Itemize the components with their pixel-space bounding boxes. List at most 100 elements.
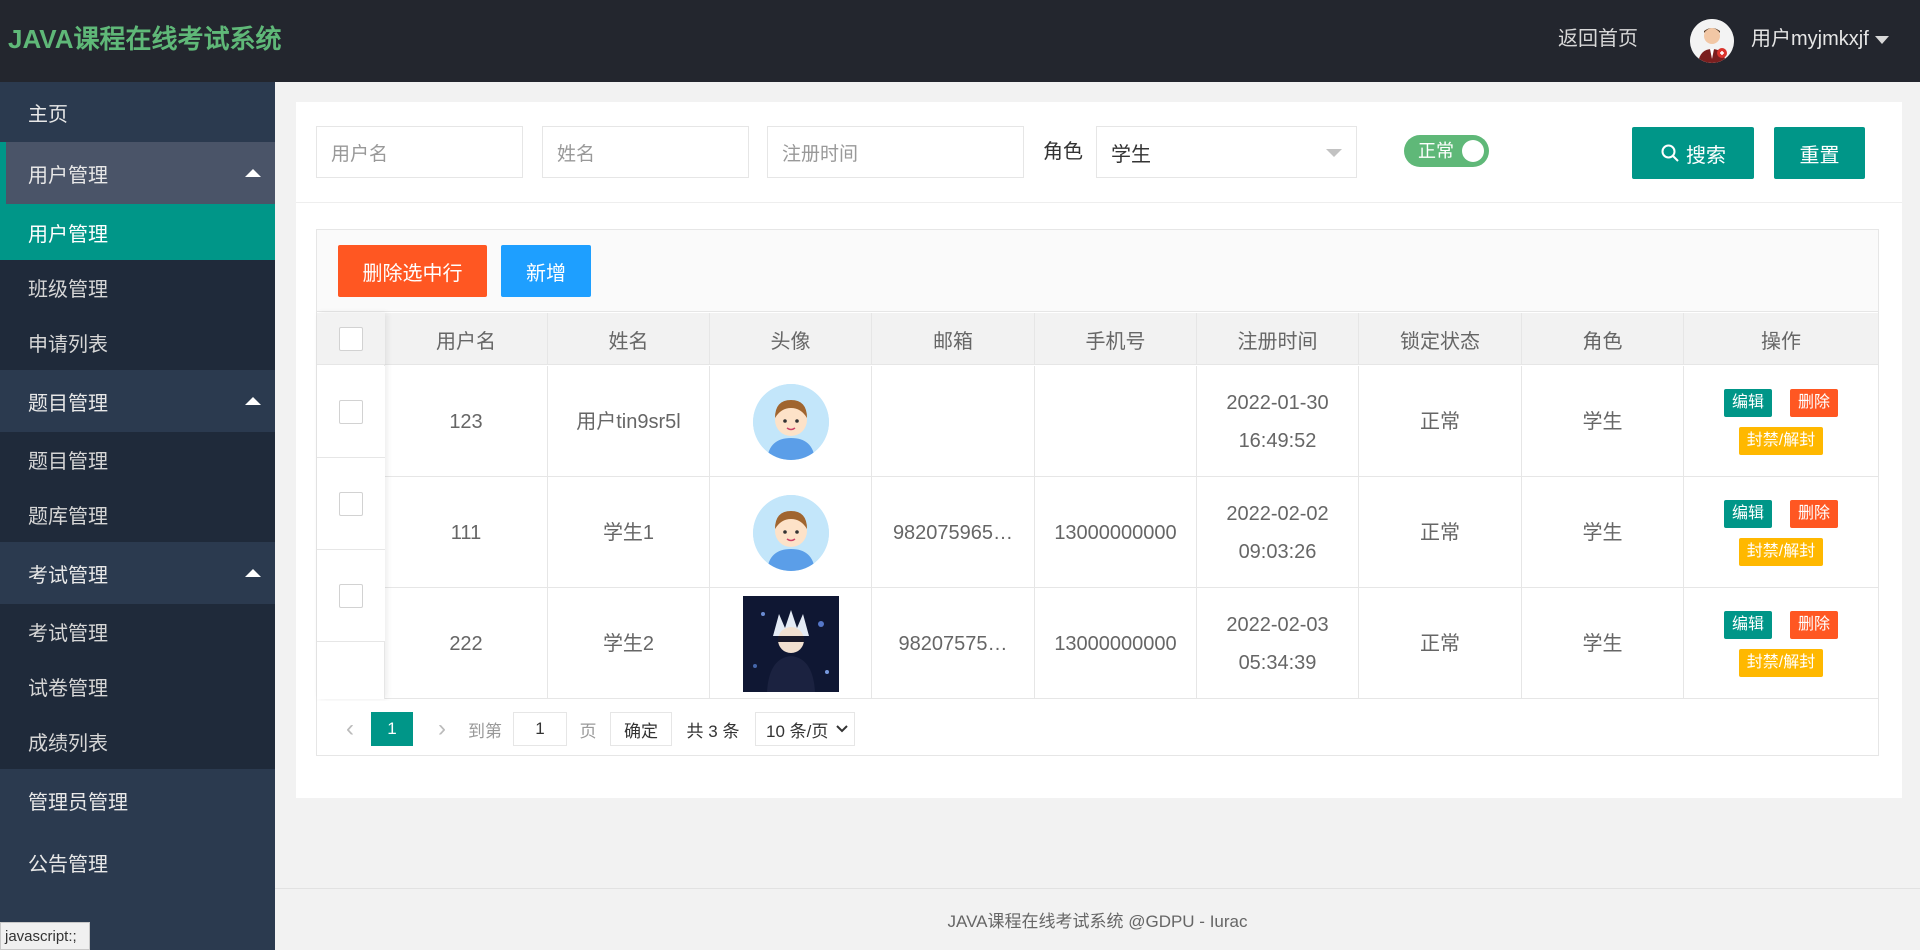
sidebar-item-label: 用户管理 [28,164,108,187]
column-header-lock-status[interactable]: 锁定状态 [1359,313,1522,365]
cell-lock-status: 正常 [1359,366,1522,477]
user-name-menu[interactable]: 用户myjmkxjf [1751,25,1869,53]
cell-role: 学生 [1522,588,1684,699]
page-size-select[interactable]: 10 条/页 [755,712,855,746]
role-select[interactable]: 学生 [1096,126,1357,178]
sidebar-item-label: 用户管理 [28,223,108,246]
boy-avatar-icon [752,494,829,571]
cell-regtime: 2022-02-02 09:03:26 [1197,477,1359,588]
sidebar-item-admin-management[interactable]: 管理员管理 [0,769,275,831]
sidebar-item-score-list[interactable]: 成绩列表 [0,714,275,769]
select-all-cell [317,313,385,365]
name-search-input[interactable]: 姓名 [542,126,749,178]
sidebar-item-application-list[interactable]: 申请列表 [0,315,275,370]
search-divider [296,202,1902,203]
cell-username: 222 [385,588,548,699]
table-row: 123 用户tin9sr5l 2022-01-30 16:49:52 正常 学生… [317,366,1878,477]
sidebar-item-label: 题目管理 [28,392,108,415]
sidebar: 主页 用户管理 用户管理 班级管理 申请列表 题目管理 题目管理 题库管理 考试… [0,82,275,950]
sidebar-item-home[interactable]: 主页 [0,82,275,142]
column-header-phone[interactable]: 手机号 [1035,313,1197,365]
page-footer: JAVA课程在线考试系统 @GDPU - Iurac [275,888,1920,950]
app-logo[interactable]: JAVA课程在线考试系统 [8,22,282,56]
select-all-checkbox[interactable] [339,326,363,351]
row-checkbox[interactable] [339,491,363,516]
delete-button[interactable]: 删除 [1790,499,1839,528]
switch-knob [1462,140,1484,162]
cell-actions: 编辑 删除 封禁/解封 [1684,366,1878,477]
cell-regtime-time: 05:34:39 [1238,651,1317,674]
status-switch-label: 正常 [1418,141,1454,161]
sidebar-item-paper-management[interactable]: 试卷管理 [0,659,275,714]
user-avatar[interactable] [1690,19,1734,63]
delete-button[interactable]: 删除 [1790,388,1839,417]
status-switch[interactable]: 正常 [1404,135,1489,167]
cell-email: 982075965… [872,477,1035,588]
sidebar-item-user-management[interactable]: 用户管理 [0,204,275,260]
sidebar-group-question-management[interactable]: 题目管理 [0,370,275,432]
goto-label: 到第 [468,721,502,741]
goto-page-input[interactable]: 1 [513,712,567,746]
row-checkbox[interactable] [339,399,363,424]
delete-button[interactable]: 删除 [1790,610,1839,639]
sidebar-item-label: 试卷管理 [28,678,108,700]
sidebar-group-user-management[interactable]: 用户管理 [0,142,275,204]
next-page-icon[interactable]: › [429,712,455,746]
table-row: 111 学生1 982075965… 13000000000 2022-02-0… [317,477,1878,588]
column-header-regtime[interactable]: 注册时间 [1197,313,1359,365]
page-unit-label: 页 [579,721,597,741]
ban-toggle-button[interactable]: 封禁/解封 [1738,648,1824,677]
cell-name: 学生2 [548,588,710,699]
edit-button[interactable]: 编辑 [1723,610,1772,639]
cell-regtime-date: 2022-01-30 [1226,391,1329,414]
add-button[interactable]: 新增 [501,245,591,297]
top-header: JAVA课程在线考试系统 返回首页 用户myjmkxjf [0,0,1920,82]
ban-toggle-button[interactable]: 封禁/解封 [1738,426,1824,455]
sidebar-item-label: 题目管理 [28,451,108,473]
search-button[interactable]: 搜索 [1632,127,1754,179]
sidebar-item-exam-management[interactable]: 考试管理 [0,604,275,659]
edit-button[interactable]: 编辑 [1723,499,1772,528]
cell-phone: 13000000000 [1035,588,1197,699]
column-header-actions: 操作 [1761,330,1801,353]
sidebar-item-announcement-management[interactable]: 公告管理 [0,831,275,893]
cell-role: 学生 [1522,366,1684,477]
sidebar-item-class-management[interactable]: 班级管理 [0,260,275,315]
chevron-down-icon [1326,149,1342,157]
search-icon [1661,144,1679,162]
column-header-name[interactable]: 姓名 [548,313,710,365]
page-1-button[interactable]: 1 [371,712,413,746]
user-avatar-icon [1690,19,1734,63]
column-header-email[interactable]: 邮箱 [872,313,1035,365]
home-link[interactable]: 返回首页 [1558,25,1638,53]
prev-page-icon[interactable]: ‹ [337,712,363,746]
cell-actions: 编辑 删除 封禁/解封 [1684,477,1878,588]
cell-role: 学生 [1522,477,1684,588]
column-header-role[interactable]: 角色 [1522,313,1684,365]
cell-email: 98207575… [872,588,1035,699]
goto-confirm-button[interactable]: 确定 [610,712,672,746]
delete-selected-button[interactable]: 删除选中行 [338,245,487,297]
row-checkbox-cell [317,550,385,642]
sidebar-item-label: 成绩列表 [28,733,108,755]
sidebar-item-label: 管理员管理 [28,791,128,814]
username-search-input[interactable]: 用户名 [316,126,523,178]
chevron-down-icon[interactable] [1875,36,1889,44]
row-checkbox[interactable] [339,583,363,608]
pagination: ‹ 1 › 到第 1 页 确定 共 3 条 10 条/页 [317,701,1878,755]
reset-button[interactable]: 重置 [1774,127,1865,179]
status-bar-text: javascript:; [5,927,77,945]
table-row: 222 学生2 98207575… 13000000000 2022-02-03… [317,588,1878,699]
cell-username: 123 [385,366,548,477]
column-header-username[interactable]: 用户名 [385,313,548,365]
ban-toggle-button[interactable]: 封禁/解封 [1738,537,1824,566]
regtime-search-input[interactable]: 注册时间 [767,126,1024,178]
sidebar-item-question-management[interactable]: 题目管理 [0,432,275,487]
sidebar-item-question-bank[interactable]: 题库管理 [0,487,275,542]
edit-button[interactable]: 编辑 [1723,388,1772,417]
cell-avatar [710,366,872,477]
cell-name: 学生1 [548,477,710,588]
user-avatar-image [752,383,829,460]
sidebar-group-exam-management[interactable]: 考试管理 [0,542,275,604]
column-header-avatar[interactable]: 头像 [710,313,872,365]
